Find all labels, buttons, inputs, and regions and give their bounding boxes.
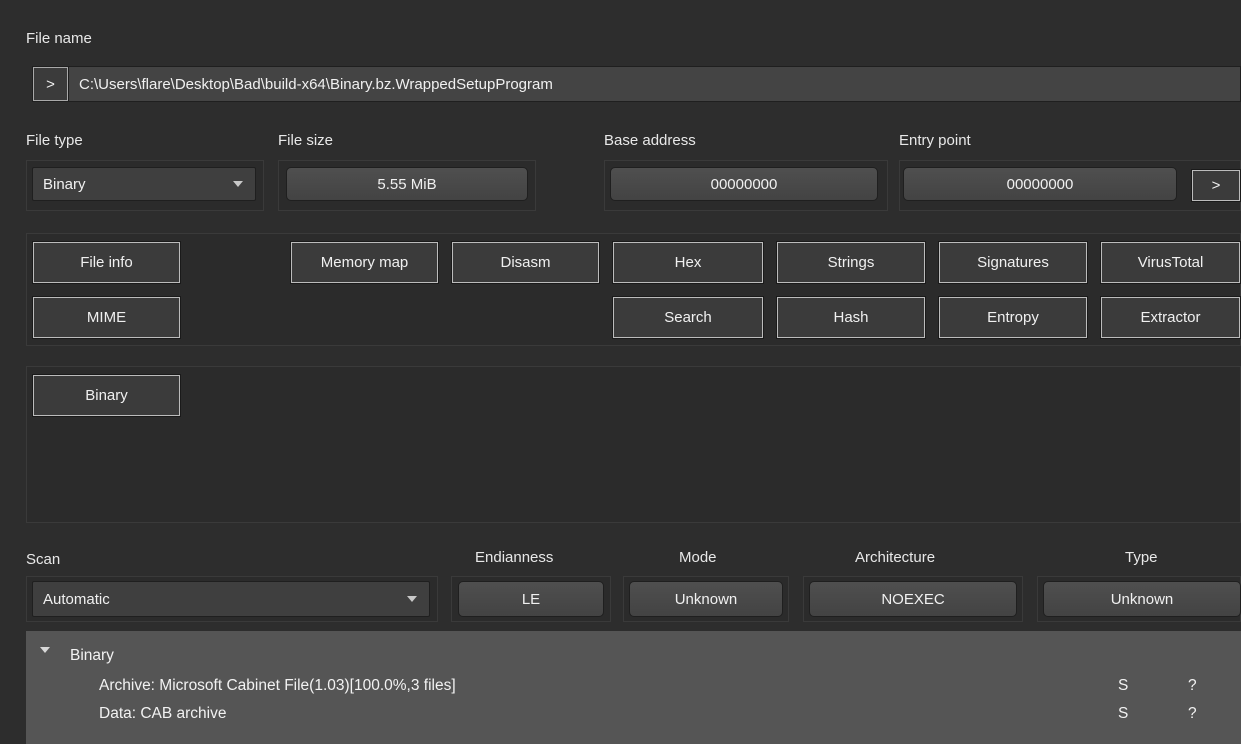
- chevron-down-icon: [407, 596, 417, 602]
- signatures-button[interactable]: Signatures: [938, 241, 1088, 284]
- virustotal-button[interactable]: VirusTotal: [1100, 241, 1241, 284]
- memory-map-button[interactable]: Memory map: [290, 241, 439, 284]
- result-row-text[interactable]: Archive: Microsoft Cabinet File(1.03)[10…: [99, 677, 456, 695]
- strings-button[interactable]: Strings: [776, 241, 926, 284]
- base-address-label: Base address: [604, 132, 696, 149]
- result-row-text[interactable]: Data: CAB archive: [99, 705, 227, 723]
- file-name-label: File name: [26, 30, 92, 47]
- file-size-button[interactable]: 5.55 MiB: [286, 167, 528, 201]
- file-type-value: Binary: [43, 175, 86, 193]
- file-type-combo[interactable]: Binary: [32, 167, 256, 201]
- mime-button[interactable]: MIME: [32, 296, 181, 339]
- result-row-col2: ?: [1188, 705, 1197, 722]
- hex-button[interactable]: Hex: [612, 241, 764, 284]
- entry-point-label: Entry point: [899, 132, 971, 149]
- file-size-label: File size: [278, 132, 334, 149]
- entropy-button[interactable]: Entropy: [938, 296, 1088, 339]
- chevron-down-icon: [233, 181, 243, 187]
- open-file-button[interactable]: >: [33, 67, 69, 101]
- type-button[interactable]: Unknown: [1043, 581, 1241, 617]
- file-info-button[interactable]: File info: [32, 241, 181, 284]
- type-label: Type: [1125, 549, 1158, 566]
- scan-mode-combo[interactable]: Automatic: [32, 581, 430, 617]
- results-root-binary[interactable]: Binary: [70, 647, 114, 665]
- endianness-label: Endianness: [475, 549, 554, 566]
- disasm-button[interactable]: Disasm: [451, 241, 600, 284]
- scan-label: Scan: [26, 551, 61, 568]
- hash-button[interactable]: Hash: [776, 296, 926, 339]
- endianness-button[interactable]: LE: [458, 581, 604, 617]
- architecture-button[interactable]: NOEXEC: [809, 581, 1017, 617]
- extractor-button[interactable]: Extractor: [1100, 296, 1241, 339]
- file-type-label: File type: [26, 132, 83, 149]
- file-path-text[interactable]: C:\Users\flare\Desktop\Bad\build-x64\Bin…: [69, 76, 553, 93]
- scan-mode-value: Automatic: [43, 590, 110, 608]
- main-window: File name > C:\Users\flare\Desktop\Bad\b…: [0, 0, 1241, 744]
- entry-point-go-button[interactable]: >: [1191, 169, 1241, 202]
- mode-label: Mode: [679, 549, 717, 566]
- result-row-col1: S: [1118, 677, 1129, 694]
- result-row-col2: ?: [1188, 677, 1197, 694]
- entry-point-button[interactable]: 00000000: [903, 167, 1177, 201]
- type-tab-binary[interactable]: Binary: [32, 374, 181, 417]
- file-path-bar: > C:\Users\flare\Desktop\Bad\build-x64\B…: [32, 66, 1241, 102]
- base-address-button[interactable]: 00000000: [610, 167, 878, 201]
- type-panel: [26, 366, 1241, 523]
- mode-button[interactable]: Unknown: [629, 581, 783, 617]
- search-button[interactable]: Search: [612, 296, 764, 339]
- result-row-col1: S: [1118, 705, 1129, 722]
- expand-arrow-icon[interactable]: [40, 647, 50, 653]
- architecture-label: Architecture: [855, 549, 936, 566]
